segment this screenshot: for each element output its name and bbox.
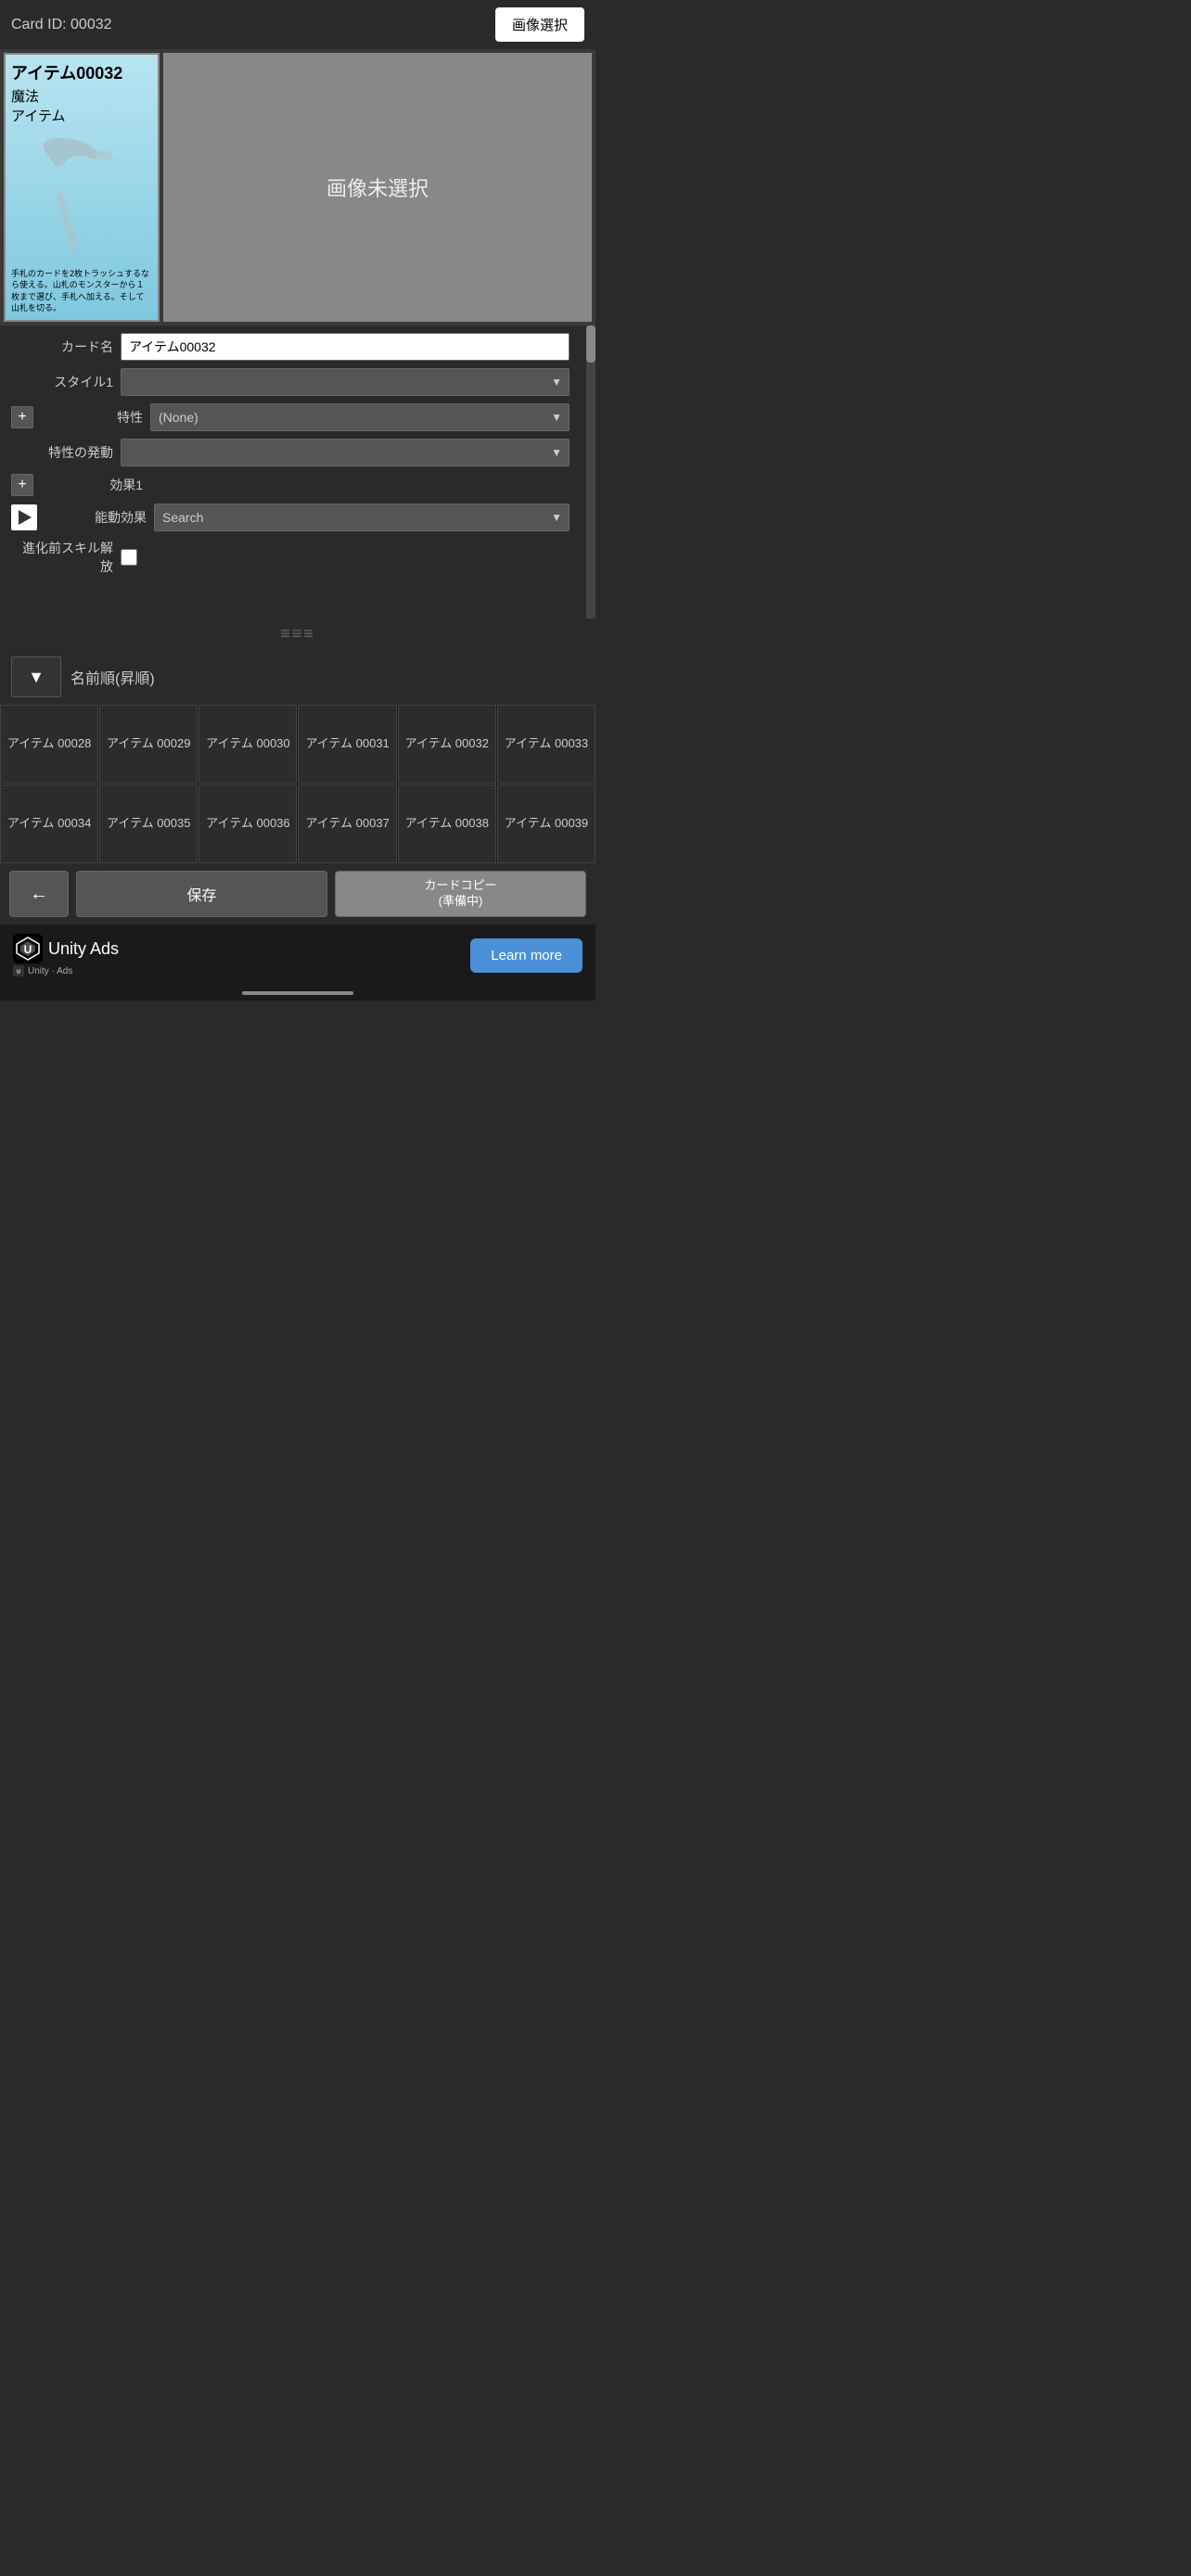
grid-item[interactable]: アイテム 00038 <box>398 784 496 863</box>
pre-evolution-label: 進化前スキル解放 <box>11 539 113 576</box>
scrollbar-thumb[interactable] <box>586 325 596 363</box>
card-description: 手札のカードを2枚トラッシュするなら使える。山札のモンスターから１枚まで選び、手… <box>11 268 152 314</box>
trait-select-wrapper: (None) ▼ <box>150 403 570 431</box>
trait-trigger-select[interactable] <box>121 439 570 466</box>
style1-select[interactable] <box>121 368 570 396</box>
trait-label: 特性 <box>41 408 143 427</box>
learn-more-button[interactable]: Learn more <box>470 938 583 973</box>
grid-item[interactable]: アイテム 00033 <box>497 705 596 784</box>
active-effect-select[interactable]: Search <box>154 504 570 531</box>
card-name-label: カード名 <box>11 338 113 356</box>
card-type2: アイテム <box>11 106 152 125</box>
grid-item[interactable]: アイテム 00032 <box>398 705 496 784</box>
trait-select[interactable]: (None) <box>150 403 570 431</box>
drag-handle[interactable]: ≡≡≡ <box>0 618 596 649</box>
effect1-row: + 効果1 <box>11 474 584 496</box>
card-name-row: カード名 <box>11 333 584 361</box>
card-title: アイテム00032 <box>11 60 152 84</box>
trait-trigger-select-wrapper: ▼ <box>121 439 570 466</box>
save-button[interactable]: 保存 <box>76 871 327 917</box>
card-name-input[interactable] <box>121 333 570 361</box>
sort-bar: ▼ 名前順(昇順) <box>0 649 596 705</box>
form-area: カード名 スタイル1 ▼ + 特性 (None) ▼ 特性の発動 ▼ <box>0 325 596 618</box>
sort-label: 名前順(昇順) <box>70 666 155 688</box>
add-effect-button[interactable]: + <box>11 474 33 496</box>
card-id-label: Card ID: 00032 <box>11 17 112 33</box>
trait-trigger-label: 特性の発動 <box>11 443 113 462</box>
grid-item[interactable]: アイテム 00037 <box>298 784 396 863</box>
ad-banner: U Unity Ads U Unity · Ads Learn more <box>0 925 596 986</box>
active-effect-label: 能動効果 <box>45 508 147 527</box>
card-left-preview: アイテム00032 魔法 アイテム 手札のカードを2枚トラッシュするなら使える。… <box>4 53 160 322</box>
grid-item[interactable]: アイテム 00035 <box>99 784 198 863</box>
image-select-button[interactable]: 画像選択 <box>495 7 584 42</box>
card-image-area <box>11 129 152 264</box>
style1-select-wrapper: ▼ <box>121 368 570 396</box>
pre-evolution-checkbox-area <box>121 549 137 566</box>
grid-item[interactable]: アイテム 00039 <box>497 784 596 863</box>
svg-text:U: U <box>24 943 32 956</box>
grid-item[interactable]: アイテム 00031 <box>298 705 396 784</box>
add-trait-button[interactable]: + <box>11 406 33 428</box>
play-button[interactable] <box>11 504 37 530</box>
grid-item[interactable]: アイテム 00034 <box>0 784 98 863</box>
pre-evolution-checkbox[interactable] <box>121 549 137 566</box>
header: Card ID: 00032 画像選択 <box>0 0 596 49</box>
active-effect-select-wrapper: Search ▼ <box>154 504 570 531</box>
pre-evolution-row: 進化前スキル解放 <box>11 539 584 576</box>
unity-small-icon: U <box>13 965 24 976</box>
unity-logo: U Unity Ads <box>13 934 119 963</box>
style1-label: スタイル1 <box>11 373 113 391</box>
card-type1: 魔法 <box>11 86 152 106</box>
sort-direction-button[interactable]: ▼ <box>11 657 61 697</box>
unity-sub-label: Unity · Ads <box>28 966 72 976</box>
grid-item[interactable]: アイテム 00036 <box>198 784 297 863</box>
ad-logo-area: U Unity Ads U Unity · Ads <box>13 934 119 976</box>
style1-row: スタイル1 ▼ <box>11 368 584 396</box>
svg-text:U: U <box>17 969 20 975</box>
card-preview-area: アイテム00032 魔法 アイテム 手札のカードを2枚トラッシュするなら使える。… <box>0 49 596 325</box>
grid-item[interactable]: アイテム 00028 <box>0 705 98 784</box>
home-indicator <box>0 986 596 1001</box>
grid-item[interactable]: アイテム 00030 <box>198 705 297 784</box>
unity-ads-label: Unity Ads <box>48 939 119 959</box>
grid-item[interactable]: アイテム 00029 <box>99 705 198 784</box>
unity-brand-icon: U <box>13 934 43 963</box>
no-image-label: 画像未選択 <box>327 172 429 202</box>
trait-row: + 特性 (None) ▼ <box>11 403 584 431</box>
unity-small-label: U Unity · Ads <box>13 965 72 976</box>
back-button[interactable]: ← <box>9 871 69 917</box>
home-bar <box>242 991 353 995</box>
scrollbar[interactable] <box>586 325 596 618</box>
pickaxe-icon <box>35 136 128 257</box>
effect1-label: 効果1 <box>41 476 143 494</box>
card-grid: アイテム 00028アイテム 00029アイテム 00030アイテム 00031… <box>0 705 596 863</box>
card-copy-button[interactable]: カードコピー(準備中) <box>335 871 586 917</box>
trait-trigger-row: 特性の発動 ▼ <box>11 439 584 466</box>
play-icon <box>19 510 32 525</box>
card-right-no-image: 画像未選択 <box>163 53 592 322</box>
active-effect-row: 能動効果 Search ▼ <box>11 504 584 531</box>
bottom-bar: ← 保存 カードコピー(準備中) <box>0 863 596 925</box>
